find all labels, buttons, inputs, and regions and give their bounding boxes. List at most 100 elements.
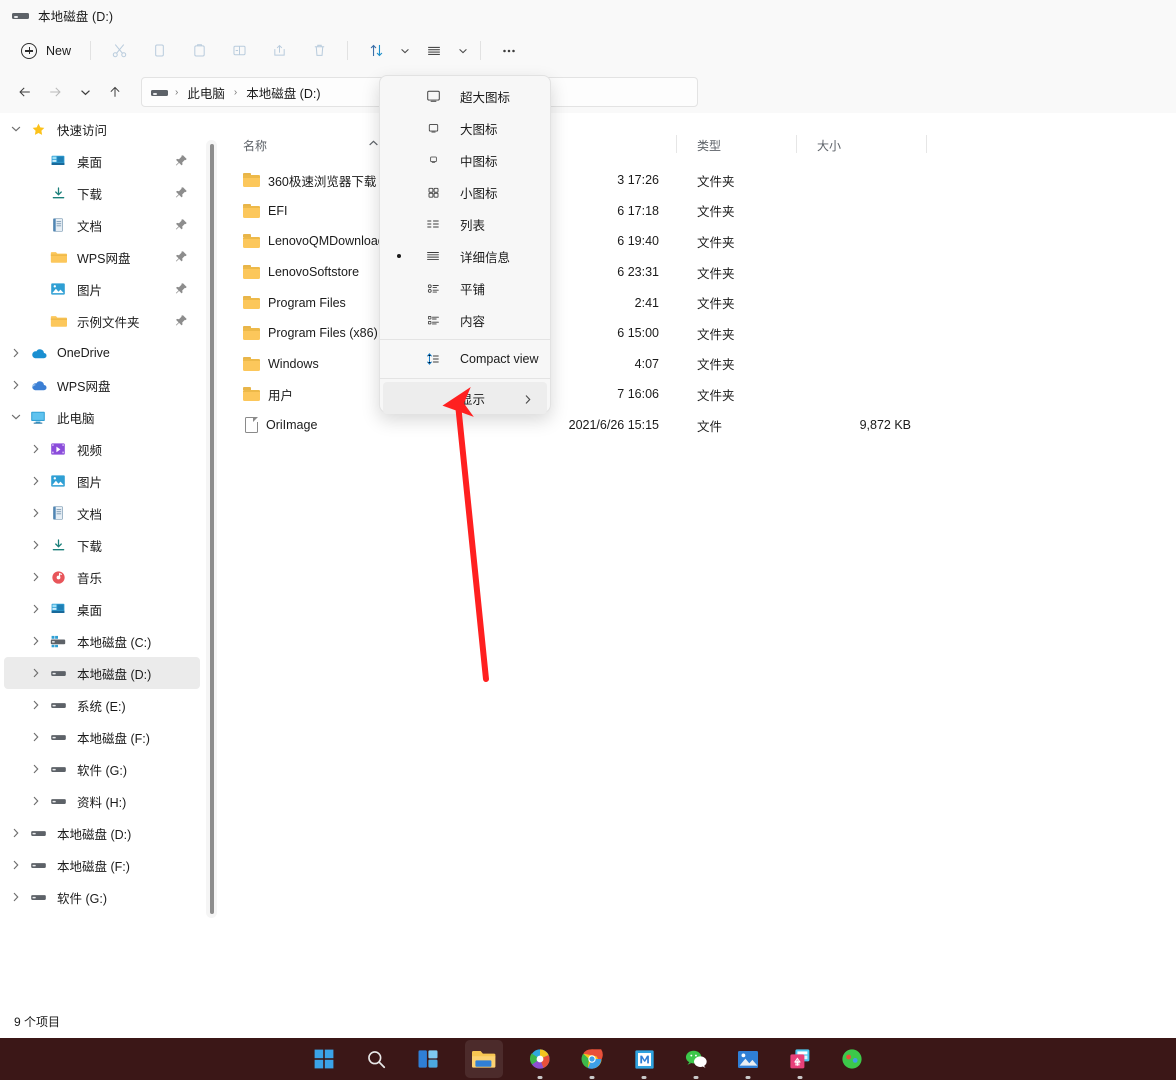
sidebar-expand-toggle[interactable]: [4, 113, 28, 145]
breadcrumb-item-local-disk-d[interactable]: 本地磁盘 (D:): [240, 81, 326, 104]
sidebar-expand-toggle[interactable]: [24, 433, 48, 465]
menu-item-5[interactable]: 详细信息: [383, 240, 547, 272]
column-divider[interactable]: [926, 135, 927, 153]
sidebar-item-14[interactable]: 音乐: [4, 561, 200, 593]
menu-item-8[interactable]: Compact view: [383, 343, 547, 375]
sidebar-expand-toggle[interactable]: [24, 753, 48, 785]
sidebar-expand-toggle[interactable]: [24, 657, 48, 689]
recent-locations-button[interactable]: [70, 77, 100, 107]
table-row[interactable]: LenovoSoftstore6 23:31文件夹: [222, 257, 1176, 288]
table-row[interactable]: 用户7 16:06文件夹: [222, 379, 1176, 410]
sidebar-expand-toggle[interactable]: [4, 849, 28, 881]
table-row[interactable]: 360极速浏览器下载3 17:26文件夹: [222, 165, 1176, 196]
new-button[interactable]: New: [14, 36, 82, 66]
taskbar-item-app-blue[interactable]: [629, 1044, 659, 1074]
menu-item-4[interactable]: 列表: [383, 208, 547, 240]
pin-icon[interactable]: [175, 218, 188, 231]
sidebar-expand-toggle[interactable]: [24, 529, 48, 561]
pin-icon[interactable]: [175, 250, 188, 263]
column-header-type[interactable]: 类型: [677, 131, 797, 159]
sidebar-item-19[interactable]: 本地磁盘 (F:): [4, 721, 200, 753]
pin-icon[interactable]: [175, 154, 188, 167]
sidebar-item-12[interactable]: 文档: [4, 497, 200, 529]
sidebar-expand-toggle[interactable]: [24, 721, 48, 753]
pin-icon[interactable]: [175, 282, 188, 295]
view-context-menu[interactable]: 超大图标大图标中图标小图标列表详细信息平铺内容Compact view显示: [379, 75, 551, 413]
menu-item-2[interactable]: 中图标: [383, 144, 547, 176]
sidebar-scrollbar-thumb[interactable]: [210, 144, 214, 914]
delete-button[interactable]: [299, 35, 339, 67]
sidebar-expand-toggle[interactable]: [24, 497, 48, 529]
menu-item-7[interactable]: 内容: [383, 304, 547, 336]
sidebar-item-24[interactable]: 软件 (G:): [4, 881, 200, 913]
paste-button[interactable]: [179, 35, 219, 67]
table-row[interactable]: Program Files (x86)6 15:00文件夹: [222, 318, 1176, 349]
sidebar-expand-toggle[interactable]: [24, 561, 48, 593]
sidebar-item-8[interactable]: WPS网盘: [4, 369, 200, 401]
sidebar-expand-toggle[interactable]: [24, 593, 48, 625]
menu-item-1[interactable]: 大图标: [383, 112, 547, 144]
breadcrumb-item-this-pc[interactable]: 此电脑: [181, 81, 231, 104]
sidebar-item-11[interactable]: 图片: [4, 465, 200, 497]
sidebar-item-15[interactable]: 桌面: [4, 593, 200, 625]
sidebar-expand-toggle[interactable]: [4, 401, 28, 433]
taskbar-item-search[interactable]: [361, 1044, 391, 1074]
sidebar-item-3[interactable]: 文档: [4, 209, 200, 241]
sidebar-item-13[interactable]: 下载: [4, 529, 200, 561]
sidebar-item-7[interactable]: OneDrive: [4, 337, 200, 369]
sort-button[interactable]: [356, 35, 396, 67]
pin-icon[interactable]: [175, 314, 188, 327]
view-button[interactable]: [414, 35, 454, 67]
sidebar-item-21[interactable]: 资料 (H:): [4, 785, 200, 817]
more-options-button[interactable]: [489, 35, 529, 67]
sidebar-expand-toggle[interactable]: [4, 369, 28, 401]
menu-item-3[interactable]: 小图标: [383, 176, 547, 208]
sidebar-item-16[interactable]: 本地磁盘 (C:): [4, 625, 200, 657]
view-dropdown-chevron[interactable]: [454, 35, 472, 67]
sidebar-expand-toggle[interactable]: [24, 465, 48, 497]
up-button[interactable]: [100, 77, 130, 107]
back-button[interactable]: [10, 77, 40, 107]
sidebar-item-2[interactable]: 下载: [4, 177, 200, 209]
sidebar-item-0[interactable]: 快速访问: [4, 113, 200, 145]
windows-taskbar[interactable]: [0, 1038, 1176, 1080]
sidebar-item-17[interactable]: 本地磁盘 (D:): [4, 657, 200, 689]
table-row[interactable]: OriImage2021/6/26 15:15文件9,872 KB: [222, 410, 1176, 441]
share-button[interactable]: [259, 35, 299, 67]
taskbar-item-alipay[interactable]: [785, 1044, 815, 1074]
sidebar-scrollbar[interactable]: [206, 140, 217, 918]
menu-item-6[interactable]: 平铺: [383, 272, 547, 304]
sidebar-item-20[interactable]: 软件 (G:): [4, 753, 200, 785]
sidebar-expand-toggle[interactable]: [24, 785, 48, 817]
cut-button[interactable]: [99, 35, 139, 67]
sidebar-expand-toggle[interactable]: [4, 817, 28, 849]
sidebar-item-18[interactable]: 系统 (E:): [4, 689, 200, 721]
sidebar-item-23[interactable]: 本地磁盘 (F:): [4, 849, 200, 881]
taskbar-item-start[interactable]: [309, 1044, 339, 1074]
navigation-pane[interactable]: 快速访问桌面下载文档WPS网盘图片示例文件夹OneDriveWPS网盘此电脑视频…: [0, 113, 204, 1005]
table-row[interactable]: LenovoQMDownload6 19:40文件夹: [222, 226, 1176, 257]
copy-button[interactable]: [139, 35, 179, 67]
table-row[interactable]: EFI6 17:18文件夹: [222, 196, 1176, 227]
table-row[interactable]: Windows4:07文件夹: [222, 349, 1176, 380]
sidebar-item-1[interactable]: 桌面: [4, 145, 200, 177]
table-row[interactable]: Program Files2:41文件夹: [222, 287, 1176, 318]
sidebar-item-5[interactable]: 图片: [4, 273, 200, 305]
sidebar-expand-toggle[interactable]: [24, 689, 48, 721]
taskbar-item-chrome[interactable]: [577, 1044, 607, 1074]
sidebar-item-4[interactable]: WPS网盘: [4, 241, 200, 273]
sidebar-item-22[interactable]: 本地磁盘 (D:): [4, 817, 200, 849]
rename-button[interactable]: [219, 35, 259, 67]
sidebar-expand-toggle[interactable]: [4, 881, 28, 913]
sort-dropdown-chevron[interactable]: [396, 35, 414, 67]
taskbar-item-photos[interactable]: [733, 1044, 763, 1074]
menu-item-0[interactable]: 超大图标: [383, 80, 547, 112]
taskbar-item-task-view[interactable]: [413, 1044, 443, 1074]
taskbar-item-browser-360[interactable]: [525, 1044, 555, 1074]
sidebar-item-10[interactable]: 视频: [4, 433, 200, 465]
sidebar-expand-toggle[interactable]: [4, 337, 28, 369]
forward-button[interactable]: [40, 77, 70, 107]
sidebar-item-6[interactable]: 示例文件夹: [4, 305, 200, 337]
taskbar-item-file-explorer[interactable]: [465, 1040, 503, 1078]
sidebar-expand-toggle[interactable]: [24, 625, 48, 657]
